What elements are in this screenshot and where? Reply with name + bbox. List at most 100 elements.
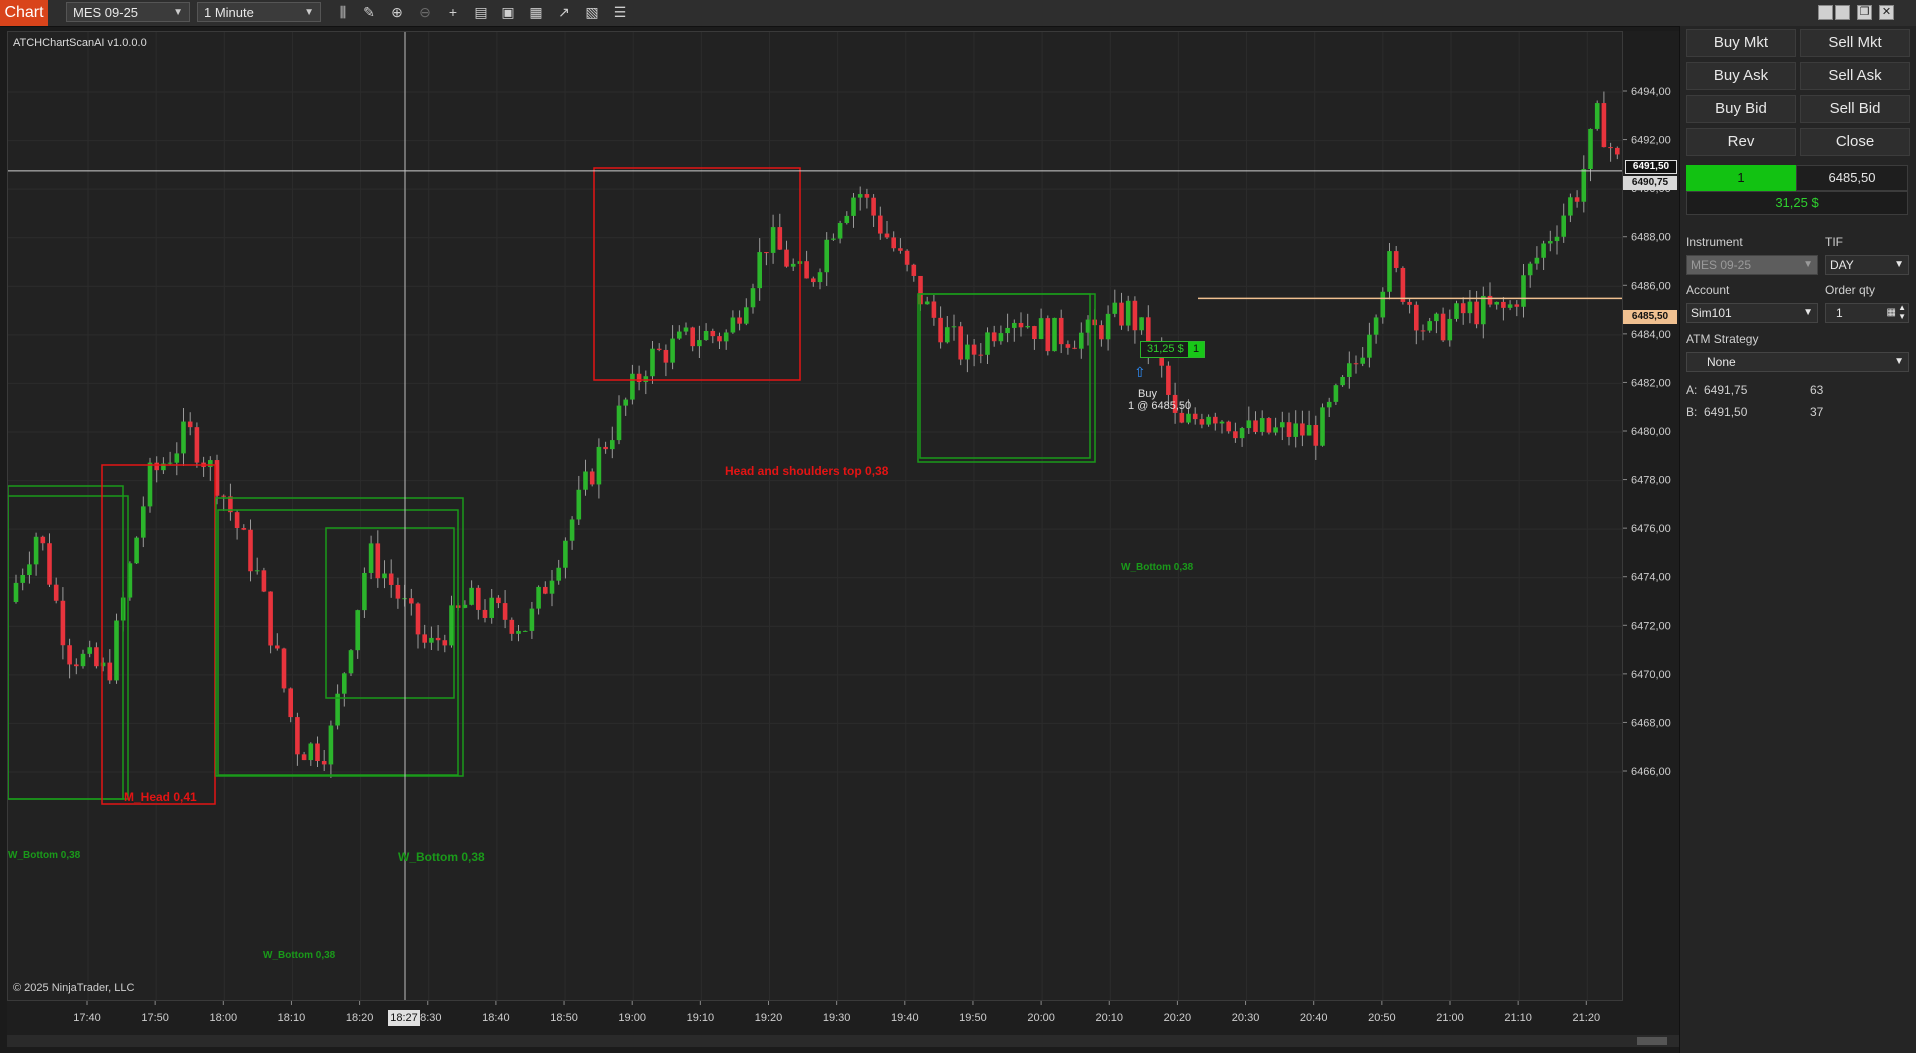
candle-body	[596, 446, 602, 485]
candle-body	[1420, 330, 1426, 332]
data-box-icon[interactable]: ▧	[583, 3, 601, 21]
candle-body	[147, 462, 153, 507]
candle-body	[355, 610, 360, 651]
candle-body	[1447, 318, 1453, 341]
price-axis[interactable]: 6494,006492,006490,006488,006486,006484,…	[1623, 31, 1679, 1001]
candle-body	[837, 222, 843, 239]
position-quantity[interactable]: 1	[1686, 165, 1796, 191]
candle-body	[1501, 301, 1506, 308]
candle-body	[744, 307, 749, 324]
candle-body	[94, 647, 99, 667]
candle-body	[1058, 317, 1064, 345]
pattern-box	[917, 293, 1096, 463]
candle-body	[878, 215, 883, 234]
candle-body	[871, 197, 876, 216]
price-tick-label: 6470,00	[1631, 669, 1671, 681]
candle-body	[194, 427, 200, 463]
spinner-icon[interactable]: ▲ ▼	[1898, 303, 1906, 321]
candle-body	[1079, 332, 1084, 349]
strategies-icon[interactable]: ▦	[527, 3, 545, 21]
candle-body	[1273, 427, 1278, 433]
candle-body	[1601, 103, 1607, 148]
bid-size: 37	[1810, 405, 1824, 419]
time-tick-label: 21:00	[1436, 1012, 1464, 1024]
candle-body	[1608, 147, 1613, 149]
tif-select-value: DAY	[1830, 258, 1854, 272]
candle-body	[623, 399, 628, 406]
indicators-icon[interactable]: ↗	[555, 3, 573, 21]
position-marker[interactable]: 31,25 $ 1	[1140, 341, 1205, 358]
instrument-select[interactable]: MES 09-25 ▼	[1686, 255, 1818, 275]
candle-body	[1192, 413, 1198, 420]
time-tick-label: 19:40	[891, 1012, 919, 1024]
reverse-button[interactable]: Rev	[1686, 128, 1796, 156]
candle-body	[730, 317, 736, 333]
candle-body	[114, 620, 119, 681]
properties-icon[interactable]: ▤	[472, 3, 490, 21]
candle-body	[643, 376, 649, 383]
bid-label: B:	[1686, 405, 1698, 419]
candle-body	[1132, 300, 1138, 331]
candle-body	[1561, 215, 1566, 237]
order-qty-input[interactable]: 1 ▦ ▲ ▼	[1825, 303, 1909, 323]
candle-body	[576, 489, 582, 520]
minimize-icon[interactable]	[1818, 5, 1833, 20]
calculator-icon[interactable]: ▦	[1887, 304, 1896, 322]
atm-strategy-select[interactable]: None ▼	[1686, 352, 1909, 372]
horizontal-scrollbar[interactable]	[7, 1035, 1679, 1047]
maximize-icon[interactable]: ❐	[1857, 5, 1872, 20]
candle-body	[1507, 304, 1513, 308]
candle-body	[1514, 304, 1520, 307]
zoom-in-icon[interactable]: ⊕	[388, 3, 406, 21]
candle-body	[1474, 301, 1479, 325]
interval-selector[interactable]: 1 Minute ▼	[197, 2, 321, 22]
time-tick-label: 17:40	[73, 1012, 101, 1024]
restore-icon[interactable]	[1835, 5, 1850, 20]
list-icon[interactable]: ☰	[611, 3, 629, 21]
candle-body	[362, 572, 367, 611]
scroll-thumb[interactable]	[1637, 1037, 1667, 1045]
zoom-out-icon[interactable]: ⊖	[416, 3, 434, 21]
time-axis[interactable]: 17:40 17:50 18:00 18:10 18:20 18:30 18:40 18:50…	[7, 1001, 1679, 1035]
close-position-button[interactable]: Close	[1800, 128, 1910, 156]
candle-body	[13, 582, 19, 602]
candle-body	[308, 743, 314, 761]
candle-body	[529, 608, 535, 631]
instrument-label: Instrument	[1686, 235, 1743, 249]
chart-tab[interactable]: Chart	[0, 0, 48, 26]
price-chart[interactable]: ATCHChartScanAI v1.0.0.0 © 2025 NinjaTra…	[7, 31, 1623, 1001]
buy-market-button[interactable]: Buy Mkt	[1686, 29, 1796, 57]
close-icon[interactable]: ✕	[1879, 5, 1894, 20]
sell-ask-button[interactable]: Sell Ask	[1800, 62, 1910, 90]
tif-select[interactable]: DAY ▼	[1825, 255, 1909, 275]
sell-bid-button[interactable]: Sell Bid	[1800, 95, 1910, 123]
chart-trader-panel: Buy Mkt Sell Mkt Buy Ask Sell Ask Buy Bi…	[1679, 26, 1916, 1053]
candle-body	[723, 332, 729, 342]
candle-body	[1005, 327, 1010, 334]
buy-bid-button[interactable]: Buy Bid	[1686, 95, 1796, 123]
candle-body	[429, 637, 434, 643]
account-select[interactable]: Sim101 ▼	[1686, 303, 1818, 323]
candle-body	[74, 664, 79, 667]
candle-body	[1125, 300, 1131, 326]
instrument-selector[interactable]: MES 09-25 ▼	[66, 2, 190, 22]
interval-value: 1 Minute	[204, 5, 254, 20]
candle-body	[1219, 421, 1225, 424]
candle-body	[965, 344, 970, 360]
candle-body	[254, 570, 260, 572]
draw-pencil-icon[interactable]: ✎	[360, 3, 378, 21]
templates-icon[interactable]: ▣	[499, 3, 517, 21]
candle-body	[1367, 334, 1372, 358]
buy-ask-button[interactable]: Buy Ask	[1686, 62, 1796, 90]
candle-body	[1119, 302, 1124, 326]
crosshair-icon[interactable]: +	[444, 3, 462, 21]
candle-body	[301, 754, 307, 761]
candle-body	[1548, 241, 1553, 244]
candle-body	[1481, 295, 1486, 325]
pattern-label: Head and shoulders top 0,38	[725, 464, 889, 478]
candle-body	[817, 272, 823, 283]
pattern-box	[325, 527, 455, 699]
sell-market-button[interactable]: Sell Mkt	[1800, 29, 1910, 57]
bars-icon[interactable]: ⫼	[334, 3, 352, 21]
candle-body	[1306, 425, 1312, 436]
